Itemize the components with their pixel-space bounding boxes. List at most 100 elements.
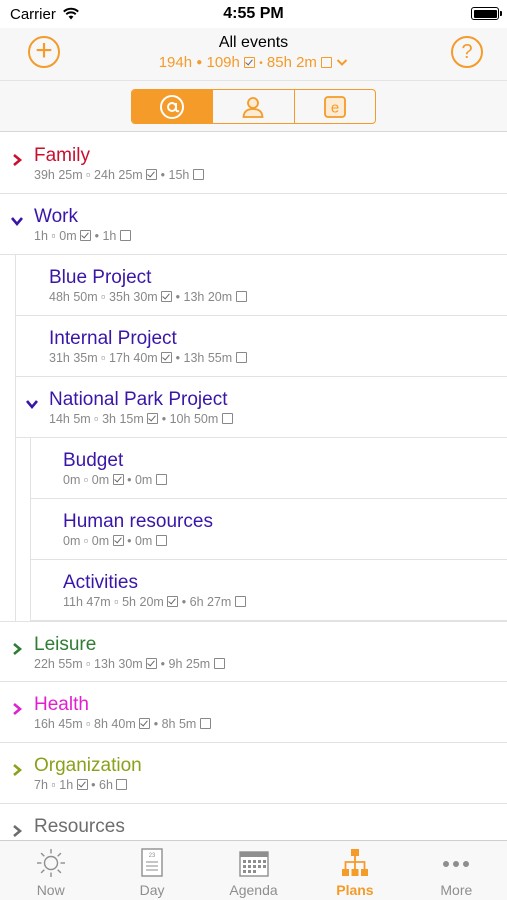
e-icon: e [323,95,346,118]
plan-name: Family [34,145,90,166]
summary-open: 85h 2m [266,54,317,71]
plan-name: Leisure [34,634,97,655]
segment-at[interactable] [132,90,213,123]
total-time: 7h [34,778,48,792]
done-time: 17h 40m [109,351,158,365]
unchecked-box-icon [155,474,167,485]
battery-icon [471,7,502,20]
unchecked-box-icon [155,535,167,546]
plan-name: Work [34,206,78,227]
plan-row-family[interactable]: Family 39h 25m ▫ 24h 25m • 15h [0,133,507,194]
chevron-down-icon[interactable] [10,214,24,228]
day-page-icon: 23 [141,848,163,877]
calendar-icon [238,851,269,877]
open-time: 6h [99,778,113,792]
checked-box-icon [161,291,173,302]
checked-box-icon [80,230,92,241]
tab-agenda[interactable]: Agenda [203,841,304,900]
plan-row-activities[interactable]: Activities 11h 47m ▫ 5h 20m • 6h 27m [31,560,507,621]
unchecked-box-icon [199,718,211,729]
chevron-right-icon[interactable] [10,153,24,167]
open-time: 15h [168,168,190,182]
open-time: 9h 25m [168,657,211,671]
chevron-down-icon[interactable] [25,397,39,411]
help-button[interactable]: ? [451,36,483,68]
tab-bar: Now 23 Day Agenda Plans More [0,840,507,900]
plan-row-leisure[interactable]: Leisure 22h 55m ▫ 13h 30m • 9h 25m [0,621,507,682]
plan-row-human-resources[interactable]: Human resources 0m ▫ 0m • 0m [31,499,507,560]
done-time: 0m [59,229,77,243]
checked-box-icon [167,596,179,607]
unchecked-box-icon [235,291,247,302]
open-time: 8h 5m [161,717,197,731]
summary-total: 194h [158,54,193,71]
plan-stats: 11h 47m ▫ 5h 20m • 6h 27m [63,595,246,609]
plan-name: Activities [63,572,138,593]
total-time: 48h 50m [49,290,98,304]
plan-stats: 39h 25m ▫ 24h 25m • 15h [34,168,204,182]
chevron-down-icon [337,59,348,66]
nav-header: + All events 194h ● 109h • 85h 2m ? [0,28,507,80]
checked-box-icon [244,57,256,68]
plan-stats: 1h ▫ 0m • 1h [34,229,131,243]
plan-row-work[interactable]: Work 1h ▫ 0m • 1h [0,194,507,255]
total-time: 14h 5m [49,412,91,426]
chevron-right-icon[interactable] [10,642,24,656]
plan-row-budget[interactable]: Budget 0m ▫ 0m • 0m [31,438,507,499]
unchecked-box-icon [235,352,247,363]
checked-box-icon [139,718,151,729]
ellipsis-icon [443,861,470,867]
plan-row-resources[interactable]: Resources [0,804,507,840]
plan-stats: 7h ▫ 1h • 6h [34,778,128,792]
filter-bar: e [0,80,507,132]
done-time: 0m [91,473,110,487]
segment-person[interactable] [212,90,293,123]
at-icon [160,94,185,119]
checked-box-icon [147,413,159,424]
plan-name: Organization [34,755,142,776]
tab-label: More [440,882,473,898]
plan-name: Human resources [63,511,213,532]
plan-row-organization[interactable]: Organization 7h ▫ 1h • 6h [0,743,507,804]
tab-now[interactable]: Now [0,841,101,900]
checked-box-icon [112,535,124,546]
total-time: 1h [34,229,48,243]
checked-box-icon [76,779,88,790]
tab-more[interactable]: More [406,841,507,900]
total-time: 22h 55m [34,657,83,671]
chevron-right-icon[interactable] [10,824,24,838]
done-time: 8h 40m [94,717,136,731]
question-mark-icon: ? [461,41,473,63]
plan-row-blue-project[interactable]: Blue Project 48h 50m ▫ 35h 30m • 13h 20m [16,255,507,316]
plan-row-health[interactable]: Health 16h 45m ▫ 8h 40m • 8h 5m [0,682,507,743]
open-time: 13h 20m [183,290,233,304]
sun-icon [36,849,65,877]
svg-text:e: e [331,99,339,116]
done-time: 24h 25m [94,168,143,182]
plans-list[interactable]: Family 39h 25m ▫ 24h 25m • 15h Work 1h ▫… [0,133,507,840]
plan-row-national-park-project[interactable]: National Park Project 14h 5m ▫ 3h 15m • … [16,377,507,438]
done-time: 13h 30m [94,657,143,671]
tab-day[interactable]: 23 Day [101,841,202,900]
total-time: 0m [63,473,81,487]
tab-plans[interactable]: Plans [304,841,405,900]
chevron-right-icon[interactable] [10,702,24,716]
plan-stats: 48h 50m ▫ 35h 30m • 13h 20m [49,290,247,304]
summary-filter[interactable]: 194h ● 109h • 85h 2m [0,54,507,71]
done-time: 0m [91,534,110,548]
unchecked-box-icon [321,57,333,68]
open-time: 1h [102,229,117,243]
plan-row-internal-project[interactable]: Internal Project 31h 35m ▫ 17h 40m • 13h… [16,316,507,377]
checked-box-icon [146,658,158,669]
plan-name: Internal Project [49,328,177,349]
open-time: 13h 55m [183,351,233,365]
plan-name: Budget [63,450,124,471]
checked-box-icon [146,169,158,180]
done-time: 1h [59,778,74,792]
summary-done: 109h [206,54,240,71]
plan-name: Health [34,694,89,715]
checked-box-icon [112,474,124,485]
segment-e[interactable]: e [293,90,375,123]
tab-label: Plans [336,882,374,898]
chevron-right-icon[interactable] [10,763,24,777]
